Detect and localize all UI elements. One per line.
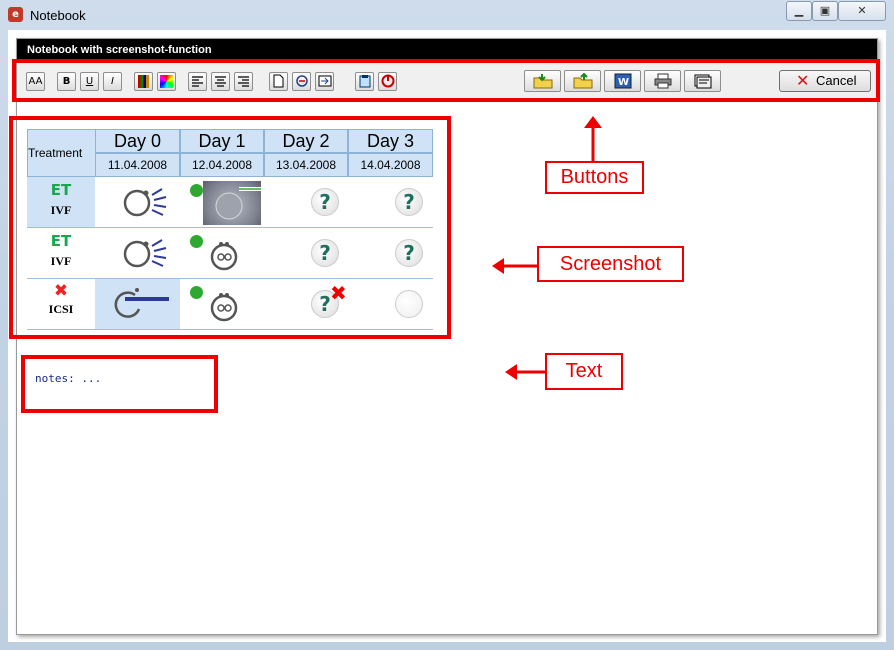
buttons-callout: Buttons [545, 161, 644, 194]
title-bar: e Notebook ▁ ▣ ✕ [0, 0, 894, 30]
text-highlight-box [21, 355, 218, 413]
close-button[interactable]: ✕ [838, 1, 886, 21]
screenshot-callout: Screenshot [537, 246, 684, 282]
panel-header: Notebook with screenshot-function [17, 39, 877, 59]
app-icon: e [8, 7, 23, 22]
text-callout: Text [545, 353, 623, 390]
arrow-to-screenshot [492, 258, 540, 274]
notebook-window: e Notebook ▁ ▣ ✕ Notebook with screensho… [0, 0, 894, 650]
screenshot-highlight-box [9, 116, 451, 339]
arrow-to-text [505, 364, 547, 380]
window-title: Notebook [30, 8, 86, 23]
maximize-button[interactable]: ▣ [812, 1, 838, 21]
buttons-highlight-box [12, 59, 880, 102]
minimize-button[interactable]: ▁ [786, 1, 812, 21]
arrow-to-buttons [584, 116, 602, 162]
